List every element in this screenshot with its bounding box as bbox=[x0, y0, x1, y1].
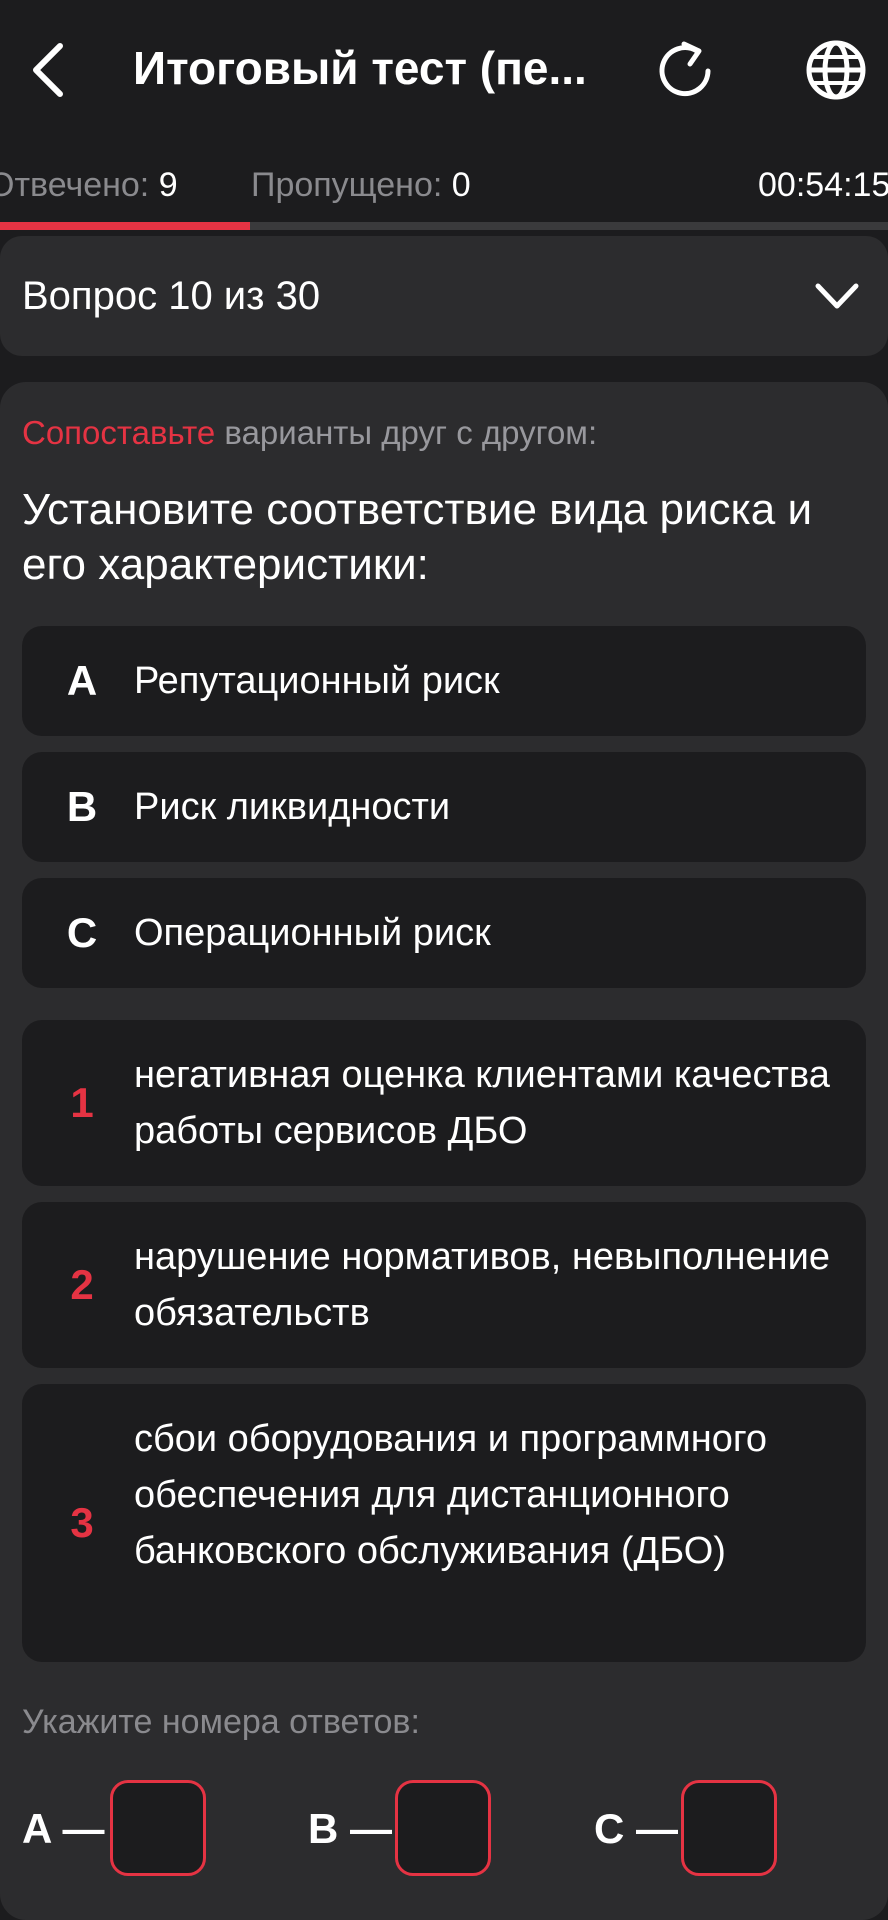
option-text: сбои оборудования и программного обеспеч… bbox=[134, 1418, 767, 1572]
timer: 00:54:15 bbox=[758, 166, 888, 204]
item-text: Репутационный риск bbox=[134, 660, 500, 702]
answer-input-b[interactable] bbox=[395, 1780, 491, 1876]
test-stats: Отвечено: 9 Пропущено: 0 00:54:15 bbox=[0, 150, 888, 220]
top-bar: Итоговый тест (пе... bbox=[0, 0, 888, 140]
language-button[interactable] bbox=[798, 32, 874, 108]
page-title: Итоговый тест (пе... bbox=[133, 42, 587, 94]
chevron-down-icon bbox=[815, 283, 859, 309]
option-number: 1 bbox=[70, 1079, 94, 1126]
answer-label-a: A — bbox=[22, 1805, 105, 1852]
answered-count: 9 bbox=[158, 166, 178, 204]
progress-fill bbox=[0, 222, 251, 230]
question-instruction: Сопоставьте варианты друг с другом: bbox=[22, 412, 597, 454]
item-text: Операционный риск bbox=[134, 912, 491, 954]
answered-label: Отвечено: bbox=[0, 166, 150, 204]
reload-button[interactable] bbox=[648, 34, 722, 108]
answered-stat: Отвечено: 9 bbox=[0, 150, 178, 220]
answer-input-c[interactable] bbox=[681, 1780, 777, 1876]
match-item-a: A Репутационный риск bbox=[22, 626, 866, 736]
skipped-label: Пропущено: bbox=[251, 166, 443, 204]
answer-label-c: C — bbox=[594, 1805, 678, 1852]
match-option-3: 3 сбои оборудования и программного обесп… bbox=[22, 1384, 866, 1662]
match-item-c: C Операционный риск bbox=[22, 878, 866, 988]
option-number: 3 bbox=[70, 1499, 94, 1546]
match-option-2: 2 нарушение нормативов, невыполнение обя… bbox=[22, 1202, 866, 1368]
item-letter: C bbox=[66, 909, 98, 956]
item-letter: B bbox=[66, 783, 98, 830]
question-selector[interactable]: Вопрос 10 из 30 bbox=[0, 236, 888, 356]
option-text: нарушение нормативов, невыполнение обяза… bbox=[134, 1236, 830, 1334]
answer-label-b: B — bbox=[308, 1805, 392, 1852]
question-counter: Вопрос 10 из 30 bbox=[22, 274, 321, 318]
match-item-b: B Риск ликвидности bbox=[22, 752, 866, 862]
item-text: Риск ликвидности bbox=[134, 786, 451, 828]
question-text: Установите соответствие вида риска и его… bbox=[22, 485, 813, 589]
skipped-stat: Пропущено: 0 bbox=[251, 150, 471, 220]
option-text: негативная оценка клиентами качества раб… bbox=[134, 1054, 830, 1152]
reload-icon bbox=[659, 41, 711, 97]
item-letter: A bbox=[66, 657, 98, 704]
skipped-count: 0 bbox=[451, 166, 471, 204]
option-number: 2 bbox=[70, 1261, 94, 1308]
instruction-accent: Сопоставьте bbox=[22, 414, 216, 451]
instruction-text: варианты друг с другом: bbox=[215, 414, 598, 451]
globe-icon bbox=[806, 40, 866, 100]
progress-bar bbox=[0, 222, 888, 230]
answer-input-a[interactable] bbox=[110, 1780, 206, 1876]
answer-prompt: Укажите номера ответов: bbox=[22, 1703, 420, 1741]
back-arrow-icon bbox=[33, 43, 63, 97]
back-button[interactable] bbox=[18, 30, 78, 110]
match-option-1: 1 негативная оценка клиентами качества р… bbox=[22, 1020, 866, 1186]
